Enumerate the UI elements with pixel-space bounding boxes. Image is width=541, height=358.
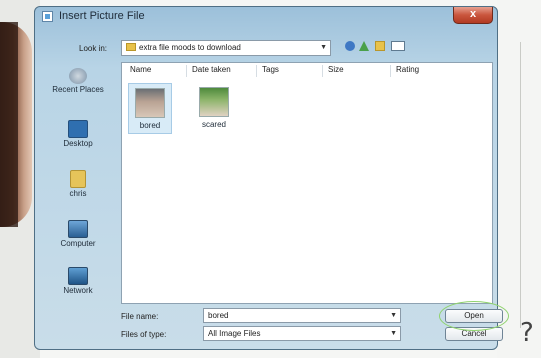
file-name-label: File name: — [121, 312, 159, 321]
column-header-tags[interactable]: Tags — [262, 65, 279, 74]
place-label: Desktop — [63, 139, 93, 148]
file-type-label: Files of type: — [121, 330, 167, 339]
look-in-label: Look in: — [79, 44, 108, 53]
open-button-highlight — [439, 301, 509, 331]
file-item-bored[interactable]: bored — [128, 83, 172, 134]
user-folder-icon — [70, 170, 86, 188]
insert-picture-dialog: Insert Picture File x Look in: extra fil… — [34, 6, 509, 350]
column-header-date-taken[interactable]: Date taken — [192, 65, 231, 74]
background-divider — [520, 42, 521, 328]
computer-icon — [68, 220, 88, 238]
places-bar: Recent Places Desktop chris Computer Net… — [43, 62, 113, 304]
file-name: scared — [201, 120, 226, 129]
column-separator — [256, 65, 257, 77]
background-document-right — [497, 0, 541, 358]
column-header-rating[interactable]: Rating — [396, 65, 419, 74]
place-label: Computer — [60, 239, 96, 248]
place-desktop[interactable]: Desktop — [43, 120, 113, 148]
column-separator — [186, 65, 187, 77]
desktop-icon — [68, 120, 88, 138]
place-computer[interactable]: Computer — [43, 220, 113, 248]
window-icon — [42, 11, 53, 22]
back-icon[interactable] — [345, 41, 355, 51]
look-in-value: extra file moods to download — [139, 43, 241, 52]
background-question-mark: ? — [520, 318, 534, 348]
column-separator — [322, 65, 323, 77]
image-thumbnail — [199, 87, 229, 117]
place-network[interactable]: Network — [43, 267, 113, 295]
chevron-down-icon: ▼ — [320, 44, 327, 51]
column-header-size[interactable]: Size — [328, 65, 344, 74]
folder-icon — [126, 43, 136, 51]
file-name-value: bored — [208, 311, 229, 320]
dialog-title: Insert Picture File — [59, 10, 145, 22]
place-recent-places[interactable]: Recent Places — [43, 68, 113, 94]
column-separator — [390, 65, 391, 77]
title-bar[interactable]: Insert Picture File x — [35, 7, 497, 27]
look-in-dropdown[interactable]: extra file moods to download ▼ — [121, 40, 331, 56]
file-name: bored — [139, 121, 161, 130]
file-type-value: All Image Files — [208, 329, 261, 338]
place-label: Network — [63, 286, 93, 295]
background-photo-hair — [0, 22, 18, 227]
column-header-name[interactable]: Name — [130, 65, 151, 74]
place-label: Recent Places — [52, 85, 104, 94]
views-menu-icon[interactable] — [391, 41, 405, 51]
file-list[interactable]: Name Date taken Tags Size Rating bored s… — [121, 62, 493, 304]
new-folder-icon[interactable] — [375, 41, 385, 51]
file-name-input[interactable]: bored ▼ — [203, 308, 401, 323]
up-folder-icon[interactable] — [359, 41, 369, 51]
network-icon — [68, 267, 88, 285]
close-button[interactable]: x — [453, 7, 493, 24]
chevron-down-icon: ▼ — [390, 312, 397, 319]
recent-places-icon — [69, 68, 87, 84]
file-item-scared[interactable]: scared — [192, 83, 236, 132]
image-thumbnail — [135, 88, 165, 118]
chevron-down-icon: ▼ — [390, 330, 397, 337]
file-type-dropdown[interactable]: All Image Files ▼ — [203, 326, 401, 341]
place-chris[interactable]: chris — [43, 170, 113, 198]
place-label: chris — [69, 189, 87, 198]
